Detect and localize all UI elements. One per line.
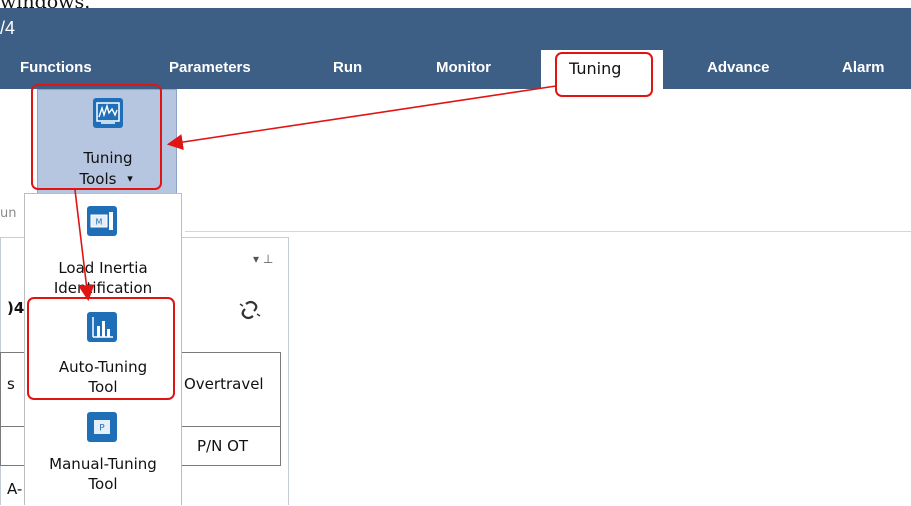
arrow-tab-to-button: [166, 85, 557, 151]
annotation-arrows: [74, 85, 557, 302]
arrow-button-to-item: [74, 189, 95, 302]
